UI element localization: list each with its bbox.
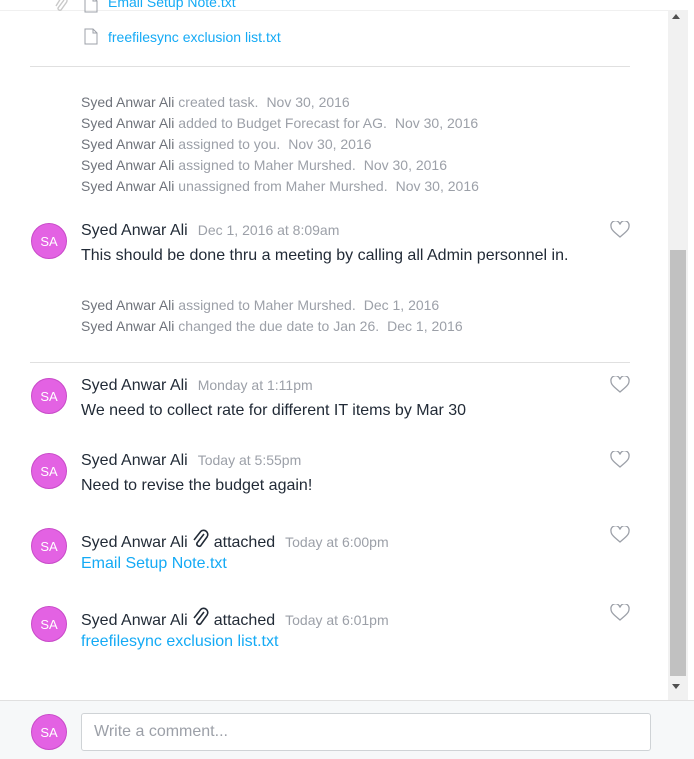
story-action: assigned to Maher Murshed. (178, 297, 356, 313)
heart-icon[interactable] (610, 376, 630, 394)
story-action: assigned to Maher Murshed. (178, 157, 356, 173)
story-actor[interactable]: Syed Anwar Ali (81, 318, 174, 334)
story-action: unassigned from Maher Murshed. (178, 178, 388, 194)
comment-header: Syed Anwar Ali Monday at 1:11pm (81, 377, 313, 395)
file-icon (84, 28, 98, 45)
divider (30, 362, 630, 363)
comment-timestamp: Today at 6:00pm (285, 534, 389, 550)
paperclip-icon (193, 607, 209, 625)
avatar[interactable]: SA (31, 606, 67, 642)
attachment-link[interactable]: Email Setup Note.txt (81, 555, 227, 573)
story-item: Syed Anwar Ali changed the due date to J… (81, 318, 463, 334)
pane-top-edge (0, 0, 668, 11)
attached-label: attached (213, 612, 276, 629)
avatar[interactable]: SA (31, 714, 67, 750)
comment-composer: SA (0, 700, 694, 759)
heart-icon[interactable] (610, 451, 630, 469)
story-action: changed the due date to Jan 26. (178, 318, 380, 334)
story-actor[interactable]: Syed Anwar Ali (81, 136, 174, 152)
comment-timestamp: Dec 1, 2016 at 8:09am (197, 222, 340, 238)
story-item: Syed Anwar Ali assigned to you. Nov 30, 2… (81, 136, 372, 152)
scroll-up-arrow-icon[interactable] (672, 14, 680, 19)
story-date: Nov 30, 2016 (288, 136, 372, 152)
heart-icon[interactable] (610, 526, 630, 544)
vertical-scrollbar[interactable] (668, 10, 688, 700)
story-actor[interactable]: Syed Anwar Ali (81, 157, 174, 173)
story-date: Nov 30, 2016 (266, 94, 350, 110)
story-actor[interactable]: Syed Anwar Ali (81, 178, 174, 194)
story-date: Nov 30, 2016 (395, 178, 479, 194)
avatar[interactable]: SA (31, 378, 67, 414)
comment-header: Syed Anwar Ali attached Today at 6:01pm (81, 606, 389, 630)
avatar[interactable]: SA (31, 453, 67, 489)
comment-text: Need to revise the budget again! (81, 477, 313, 494)
comment-text: This should be done thru a meeting by ca… (81, 247, 569, 264)
comment-author[interactable]: Syed Anwar Ali (81, 534, 188, 551)
comment-author[interactable]: Syed Anwar Ali (81, 377, 188, 394)
attachment-link[interactable]: Email Setup Note.txt (108, 0, 236, 10)
story-item: Syed Anwar Ali assigned to Maher Murshed… (81, 297, 439, 313)
comment-header: Syed Anwar Ali Today at 5:55pm (81, 452, 301, 470)
comment-timestamp: Today at 5:55pm (197, 452, 302, 468)
divider (30, 66, 630, 67)
comment-input[interactable] (81, 713, 651, 751)
comment-author[interactable]: Syed Anwar Ali (81, 612, 188, 629)
story-action: added to Budget Forecast for AG. (178, 115, 387, 131)
story-actor[interactable]: Syed Anwar Ali (81, 115, 174, 131)
story-date: Nov 30, 2016 (394, 115, 479, 131)
story-date: Dec 1, 2016 (363, 297, 440, 313)
comment-timestamp: Today at 6:01pm (285, 612, 389, 628)
avatar[interactable]: SA (31, 223, 67, 259)
attachment-link[interactable]: freefilesync exclusion list.txt (81, 633, 278, 651)
comment-timestamp: Monday at 1:11pm (197, 377, 313, 393)
heart-icon[interactable] (610, 604, 630, 622)
paperclip-icon (193, 529, 209, 547)
story-actor[interactable]: Syed Anwar Ali (81, 297, 174, 313)
comment-header: Syed Anwar Ali Dec 1, 2016 at 8:09am (81, 222, 339, 240)
story-item: Syed Anwar Ali assigned to Maher Murshed… (81, 157, 447, 173)
story-actor[interactable]: Syed Anwar Ali (81, 94, 174, 110)
task-activity-feed: Email Setup Note.txt freefilesync exclus… (0, 0, 668, 700)
story-item: Syed Anwar Ali added to Budget Forecast … (81, 115, 478, 131)
story-action: assigned to you. (178, 136, 281, 152)
scroll-down-arrow-icon[interactable] (672, 684, 680, 689)
story-item: Syed Anwar Ali unassigned from Maher Mur… (81, 178, 479, 194)
story-date: Dec 1, 2016 (387, 318, 463, 334)
paperclip-icon (55, 0, 68, 11)
comment-header: Syed Anwar Ali attached Today at 6:00pm (81, 528, 389, 552)
story-date: Nov 30, 2016 (363, 157, 448, 173)
avatar[interactable]: SA (31, 528, 67, 564)
attached-label: attached (213, 534, 276, 551)
heart-icon[interactable] (610, 221, 630, 239)
attachment-link[interactable]: freefilesync exclusion list.txt (108, 29, 281, 45)
story-action: created task. (178, 94, 259, 110)
comment-author[interactable]: Syed Anwar Ali (81, 222, 188, 239)
comment-text: We need to collect rate for different IT… (81, 402, 467, 419)
comment-author[interactable]: Syed Anwar Ali (81, 452, 188, 469)
scrollbar-thumb[interactable] (670, 250, 686, 676)
attachment-row[interactable]: freefilesync exclusion list.txt (48, 28, 348, 55)
file-icon (84, 0, 98, 13)
story-item: Syed Anwar Ali created task. Nov 30, 2016 (81, 94, 350, 110)
